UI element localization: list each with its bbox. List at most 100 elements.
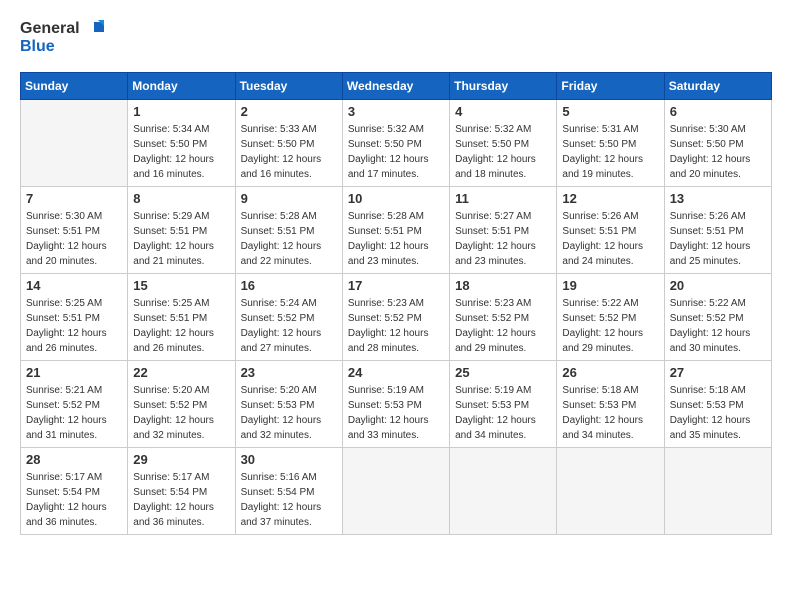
week-row-1: 1 Sunrise: 5:34 AMSunset: 5:50 PMDaylight…	[21, 99, 772, 186]
calendar-cell: 23Sunrise: 5:20 AMSunset: 5:53 PMDayligh…	[235, 360, 342, 447]
day-number: 1	[133, 104, 229, 119]
calendar-cell: 30Sunrise: 5:16 AMSunset: 5:54 PMDayligh…	[235, 447, 342, 534]
day-info: Sunrise: 5:32 AMSunset: 5:50 PMDaylight:…	[455, 122, 551, 182]
day-info: Sunrise: 5:23 AMSunset: 5:52 PMDaylight:…	[455, 296, 551, 356]
day-number: 17	[348, 278, 444, 293]
weekday-header-monday: Monday	[128, 72, 235, 99]
day-number: 30	[241, 452, 337, 467]
week-row-2: 7 Sunrise: 5:30 AMSunset: 5:51 PMDaylight…	[21, 186, 772, 273]
calendar-cell: 15Sunrise: 5:25 AMSunset: 5:51 PMDayligh…	[128, 273, 235, 360]
day-number: 15	[133, 278, 229, 293]
day-number: 27	[670, 365, 766, 380]
day-info: Sunrise: 5:27 AMSunset: 5:51 PMDaylight:…	[455, 209, 551, 269]
calendar-cell: 24Sunrise: 5:19 AMSunset: 5:53 PMDayligh…	[342, 360, 449, 447]
calendar-cell: 8 Sunrise: 5:29 AMSunset: 5:51 PMDaylight…	[128, 186, 235, 273]
day-info: Sunrise: 5:17 AMSunset: 5:54 PMDaylight:…	[26, 470, 122, 530]
calendar-cell: 4 Sunrise: 5:32 AMSunset: 5:50 PMDaylight…	[450, 99, 557, 186]
weekday-header-sunday: Sunday	[21, 72, 128, 99]
calendar-cell: 29Sunrise: 5:17 AMSunset: 5:54 PMDayligh…	[128, 447, 235, 534]
day-info: Sunrise: 5:28 AMSunset: 5:51 PMDaylight:…	[348, 209, 444, 269]
day-number: 3	[348, 104, 444, 119]
calendar-cell: 11 Sunrise: 5:27 AMSunset: 5:51 PMDayligh…	[450, 186, 557, 273]
day-number: 8	[133, 191, 229, 206]
day-info: Sunrise: 5:32 AMSunset: 5:50 PMDaylight:…	[348, 122, 444, 182]
day-info: Sunrise: 5:18 AMSunset: 5:53 PMDaylight:…	[562, 383, 658, 443]
weekday-header-tuesday: Tuesday	[235, 72, 342, 99]
page-header: General Blue	[20, 20, 772, 56]
calendar-table: SundayMondayTuesdayWednesdayThursdayFrid…	[20, 72, 772, 535]
day-info: Sunrise: 5:19 AMSunset: 5:53 PMDaylight:…	[455, 383, 551, 443]
calendar-cell	[557, 447, 664, 534]
day-info: Sunrise: 5:31 AMSunset: 5:50 PMDaylight:…	[562, 122, 658, 182]
calendar-cell	[21, 99, 128, 186]
calendar-header-row: SundayMondayTuesdayWednesdayThursdayFrid…	[21, 72, 772, 99]
day-number: 7	[26, 191, 122, 206]
weekday-header-saturday: Saturday	[664, 72, 771, 99]
day-info: Sunrise: 5:19 AMSunset: 5:53 PMDaylight:…	[348, 383, 444, 443]
calendar-cell: 16Sunrise: 5:24 AMSunset: 5:52 PMDayligh…	[235, 273, 342, 360]
day-number: 14	[26, 278, 122, 293]
day-number: 12	[562, 191, 658, 206]
day-info: Sunrise: 5:30 AMSunset: 5:50 PMDaylight:…	[670, 122, 766, 182]
day-number: 11	[455, 191, 551, 206]
calendar-cell	[664, 447, 771, 534]
calendar-cell: 6Sunrise: 5:30 AMSunset: 5:50 PMDaylight…	[664, 99, 771, 186]
calendar-cell: 9Sunrise: 5:28 AMSunset: 5:51 PMDaylight…	[235, 186, 342, 273]
day-number: 26	[562, 365, 658, 380]
calendar-cell: 26 Sunrise: 5:18 AMSunset: 5:53 PMDayligh…	[557, 360, 664, 447]
logo-bird-icon	[82, 20, 104, 38]
day-number: 18	[455, 278, 551, 293]
day-info: Sunrise: 5:30 AMSunset: 5:51 PMDaylight:…	[26, 209, 122, 269]
day-number: 25	[455, 365, 551, 380]
day-info: Sunrise: 5:26 AMSunset: 5:51 PMDaylight:…	[562, 209, 658, 269]
day-number: 19	[562, 278, 658, 293]
day-info: Sunrise: 5:25 AMSunset: 5:51 PMDaylight:…	[26, 296, 122, 356]
day-info: Sunrise: 5:20 AMSunset: 5:53 PMDaylight:…	[241, 383, 337, 443]
week-row-4: 21Sunrise: 5:21 AMSunset: 5:52 PMDayligh…	[21, 360, 772, 447]
calendar-cell: 7 Sunrise: 5:30 AMSunset: 5:51 PMDaylight…	[21, 186, 128, 273]
day-info: Sunrise: 5:26 AMSunset: 5:51 PMDaylight:…	[670, 209, 766, 269]
day-number: 22	[133, 365, 229, 380]
calendar-cell: 18 Sunrise: 5:23 AMSunset: 5:52 PMDayligh…	[450, 273, 557, 360]
logo-text: General Blue	[20, 20, 104, 56]
day-number: 13	[670, 191, 766, 206]
day-info: Sunrise: 5:28 AMSunset: 5:51 PMDaylight:…	[241, 209, 337, 269]
calendar-cell: 2 Sunrise: 5:33 AMSunset: 5:50 PMDaylight…	[235, 99, 342, 186]
day-number: 5	[562, 104, 658, 119]
day-info: Sunrise: 5:20 AMSunset: 5:52 PMDaylight:…	[133, 383, 229, 443]
calendar-cell: 10Sunrise: 5:28 AMSunset: 5:51 PMDayligh…	[342, 186, 449, 273]
weekday-header-friday: Friday	[557, 72, 664, 99]
day-info: Sunrise: 5:22 AMSunset: 5:52 PMDaylight:…	[670, 296, 766, 356]
weekday-header-thursday: Thursday	[450, 72, 557, 99]
calendar-cell: 14 Sunrise: 5:25 AMSunset: 5:51 PMDayligh…	[21, 273, 128, 360]
logo-blue: Blue	[20, 38, 104, 56]
calendar-cell	[450, 447, 557, 534]
calendar-cell: 20 Sunrise: 5:22 AMSunset: 5:52 PMDayligh…	[664, 273, 771, 360]
day-number: 28	[26, 452, 122, 467]
day-info: Sunrise: 5:33 AMSunset: 5:50 PMDaylight:…	[241, 122, 337, 182]
day-number: 2	[241, 104, 337, 119]
calendar-cell: 21Sunrise: 5:21 AMSunset: 5:52 PMDayligh…	[21, 360, 128, 447]
calendar-cell: 27 Sunrise: 5:18 AMSunset: 5:53 PMDayligh…	[664, 360, 771, 447]
day-info: Sunrise: 5:34 AMSunset: 5:50 PMDaylight:…	[133, 122, 229, 182]
day-info: Sunrise: 5:29 AMSunset: 5:51 PMDaylight:…	[133, 209, 229, 269]
calendar-cell: 5 Sunrise: 5:31 AMSunset: 5:50 PMDaylight…	[557, 99, 664, 186]
logo-general: General	[20, 20, 80, 38]
calendar-cell: 1 Sunrise: 5:34 AMSunset: 5:50 PMDaylight…	[128, 99, 235, 186]
calendar-cell: 28 Sunrise: 5:17 AMSunset: 5:54 PMDayligh…	[21, 447, 128, 534]
day-number: 21	[26, 365, 122, 380]
day-info: Sunrise: 5:23 AMSunset: 5:52 PMDaylight:…	[348, 296, 444, 356]
calendar-cell: 17 Sunrise: 5:23 AMSunset: 5:52 PMDayligh…	[342, 273, 449, 360]
day-info: Sunrise: 5:18 AMSunset: 5:53 PMDaylight:…	[670, 383, 766, 443]
week-row-3: 14 Sunrise: 5:25 AMSunset: 5:51 PMDayligh…	[21, 273, 772, 360]
day-number: 29	[133, 452, 229, 467]
day-info: Sunrise: 5:22 AMSunset: 5:52 PMDaylight:…	[562, 296, 658, 356]
calendar-cell: 12 Sunrise: 5:26 AMSunset: 5:51 PMDayligh…	[557, 186, 664, 273]
day-number: 20	[670, 278, 766, 293]
calendar-cell: 19 Sunrise: 5:22 AMSunset: 5:52 PMDayligh…	[557, 273, 664, 360]
calendar-cell	[342, 447, 449, 534]
day-number: 16	[241, 278, 337, 293]
weekday-header-wednesday: Wednesday	[342, 72, 449, 99]
day-number: 4	[455, 104, 551, 119]
calendar-cell: 22 Sunrise: 5:20 AMSunset: 5:52 PMDayligh…	[128, 360, 235, 447]
